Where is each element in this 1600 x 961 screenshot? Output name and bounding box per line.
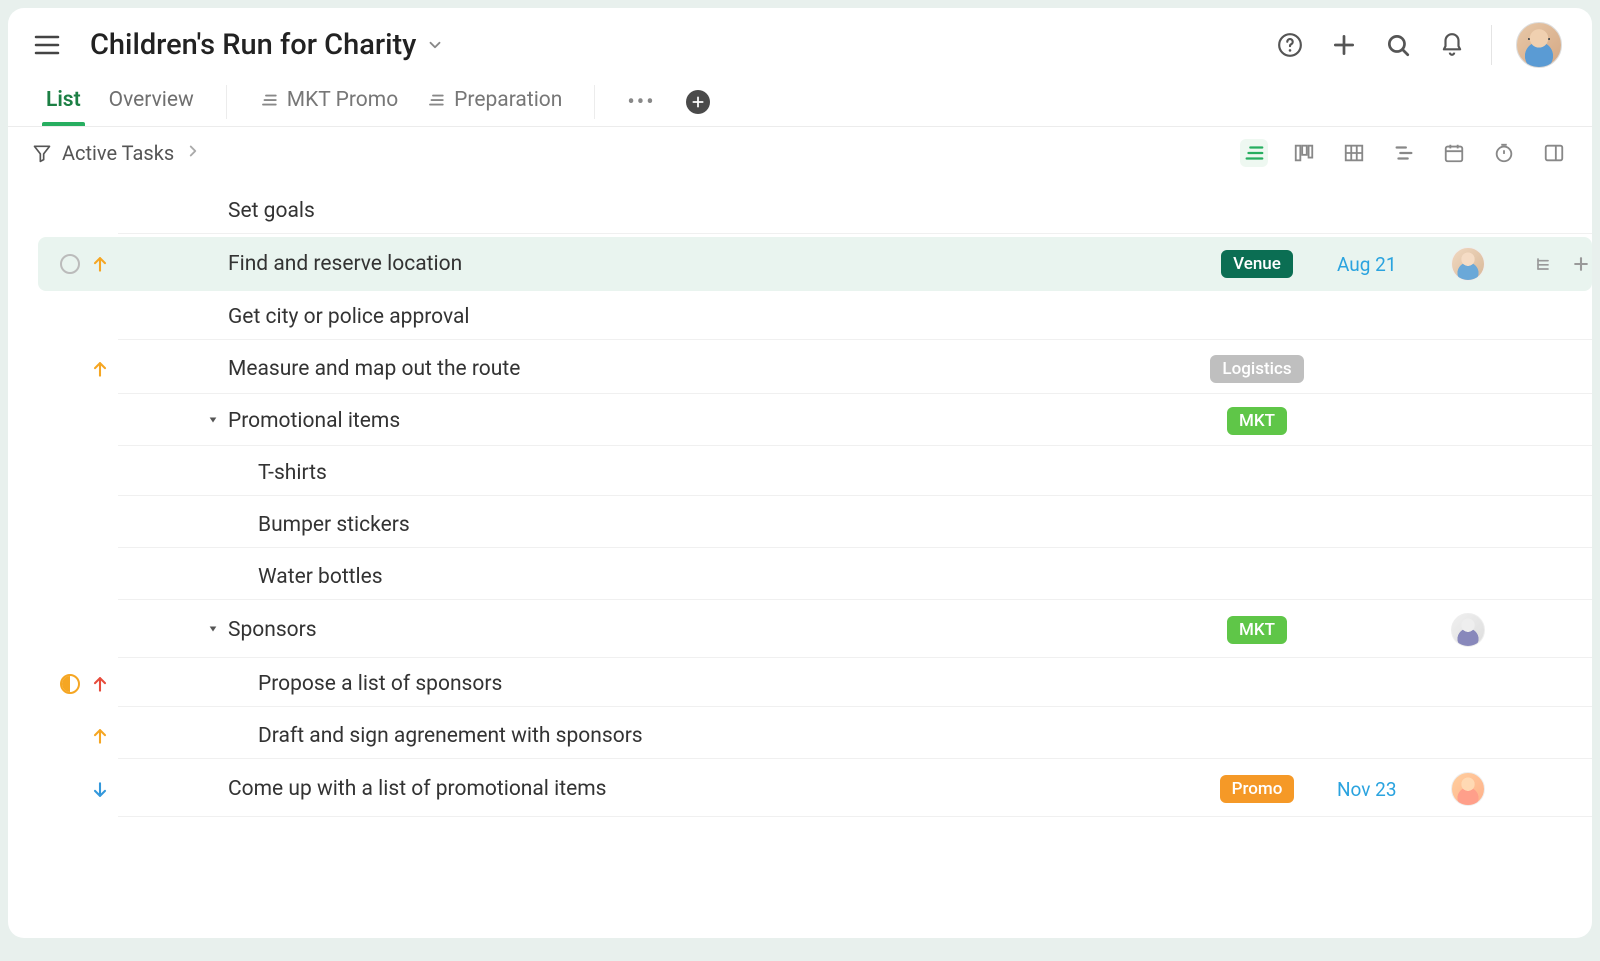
view-calendar-button[interactable] <box>1440 139 1468 167</box>
task-tag[interactable]: Venue <box>1221 250 1293 278</box>
task-name: Promotional items <box>228 409 1192 433</box>
add-button[interactable] <box>1329 30 1359 60</box>
priority-arrow-icon[interactable] <box>90 780 110 800</box>
tab-label: Overview <box>109 88 194 112</box>
task-name: T-shirts <box>258 461 1192 485</box>
assignee-avatar[interactable] <box>1451 772 1485 806</box>
search-button[interactable] <box>1383 30 1413 60</box>
tab-preparation[interactable]: Preparation <box>412 78 576 126</box>
task-row[interactable]: Propose a list of sponsors <box>38 658 1592 710</box>
chevron-right-icon <box>184 141 202 166</box>
task-row[interactable]: Set goals <box>38 185 1592 237</box>
task-name: Set goals <box>228 199 1192 223</box>
tab-more-button[interactable]: ••• <box>613 90 669 115</box>
tab-separator <box>226 85 227 119</box>
task-name: Draft and sign agrenement with sponsors <box>258 724 1192 748</box>
expand-toggle[interactable] <box>206 413 220 427</box>
assignee-avatar[interactable] <box>1451 247 1485 281</box>
view-gantt-button[interactable] <box>1390 139 1418 167</box>
task-row[interactable]: Draft and sign agrenement with sponsors <box>38 710 1592 762</box>
task-name: Water bottles <box>258 565 1192 589</box>
filter-active-tasks[interactable]: Active Tasks <box>32 141 202 166</box>
priority-arrow-icon[interactable] <box>90 726 110 746</box>
task-row[interactable]: Sponsors MKT <box>38 603 1592 658</box>
task-row[interactable]: Come up with a list of promotional items… <box>38 762 1592 817</box>
tab-label: Preparation <box>454 88 562 112</box>
task-row[interactable]: Find and reserve location Venue Aug 21 <box>38 237 1592 291</box>
task-row[interactable]: T-shirts <box>38 447 1592 499</box>
tab-separator <box>594 85 595 119</box>
list-icon <box>426 90 446 110</box>
task-tag[interactable]: Logistics <box>1210 355 1303 383</box>
task-tag[interactable]: Promo <box>1220 775 1295 803</box>
menu-toggle-button[interactable] <box>32 30 62 60</box>
task-row[interactable]: Water bottles <box>38 551 1592 603</box>
help-button[interactable] <box>1275 30 1305 60</box>
tab-mkt-promo[interactable]: MKT Promo <box>245 78 412 126</box>
task-name: Propose a list of sponsors <box>258 672 1192 696</box>
status-open-icon[interactable] <box>60 254 80 274</box>
task-tag[interactable]: MKT <box>1227 407 1287 435</box>
current-user-avatar[interactable] <box>1516 22 1562 68</box>
task-date[interactable]: Aug 21 <box>1337 253 1417 276</box>
assignee-avatar[interactable] <box>1451 613 1485 647</box>
task-name: Sponsors <box>228 618 1192 642</box>
filter-icon <box>32 143 52 163</box>
tab-add-button[interactable] <box>686 90 710 114</box>
view-list-button[interactable] <box>1240 139 1268 167</box>
task-row[interactable]: Bumper stickers <box>38 499 1592 551</box>
tab-list[interactable]: List <box>32 78 95 126</box>
expand-toggle[interactable] <box>206 622 220 636</box>
project-title-text: Children's Run for Charity <box>90 28 416 62</box>
priority-arrow-icon[interactable] <box>90 674 110 694</box>
view-timer-button[interactable] <box>1490 139 1518 167</box>
header-divider <box>1491 25 1492 65</box>
task-row[interactable]: Promotional items MKT <box>38 395 1592 447</box>
subtask-icon[interactable] <box>1532 253 1554 275</box>
task-name: Measure and map out the route <box>228 357 1192 381</box>
notifications-button[interactable] <box>1437 30 1467 60</box>
view-panel-button[interactable] <box>1540 139 1568 167</box>
priority-arrow-icon[interactable] <box>90 359 110 379</box>
chevron-down-icon <box>426 36 444 54</box>
task-name: Come up with a list of promotional items <box>228 777 1192 801</box>
task-row[interactable]: Measure and map out the route Logistics <box>38 343 1592 395</box>
task-tag[interactable]: MKT <box>1227 616 1287 644</box>
task-date[interactable]: Nov 23 <box>1337 778 1417 801</box>
list-icon <box>259 90 279 110</box>
priority-arrow-icon[interactable] <box>90 254 110 274</box>
task-name: Find and reserve location <box>228 252 1192 276</box>
filter-label: Active Tasks <box>62 141 174 165</box>
task-row[interactable]: Get city or police approval <box>38 291 1592 343</box>
task-name: Get city or police approval <box>228 305 1192 329</box>
task-name: Bumper stickers <box>258 513 1192 537</box>
tab-label: MKT Promo <box>287 88 398 112</box>
tab-overview[interactable]: Overview <box>95 78 208 126</box>
tab-label: List <box>46 88 81 112</box>
view-board-button[interactable] <box>1290 139 1318 167</box>
status-half-icon[interactable] <box>60 674 80 694</box>
add-icon[interactable] <box>1570 253 1592 275</box>
view-table-button[interactable] <box>1340 139 1368 167</box>
project-title-dropdown[interactable]: Children's Run for Charity <box>90 28 444 62</box>
